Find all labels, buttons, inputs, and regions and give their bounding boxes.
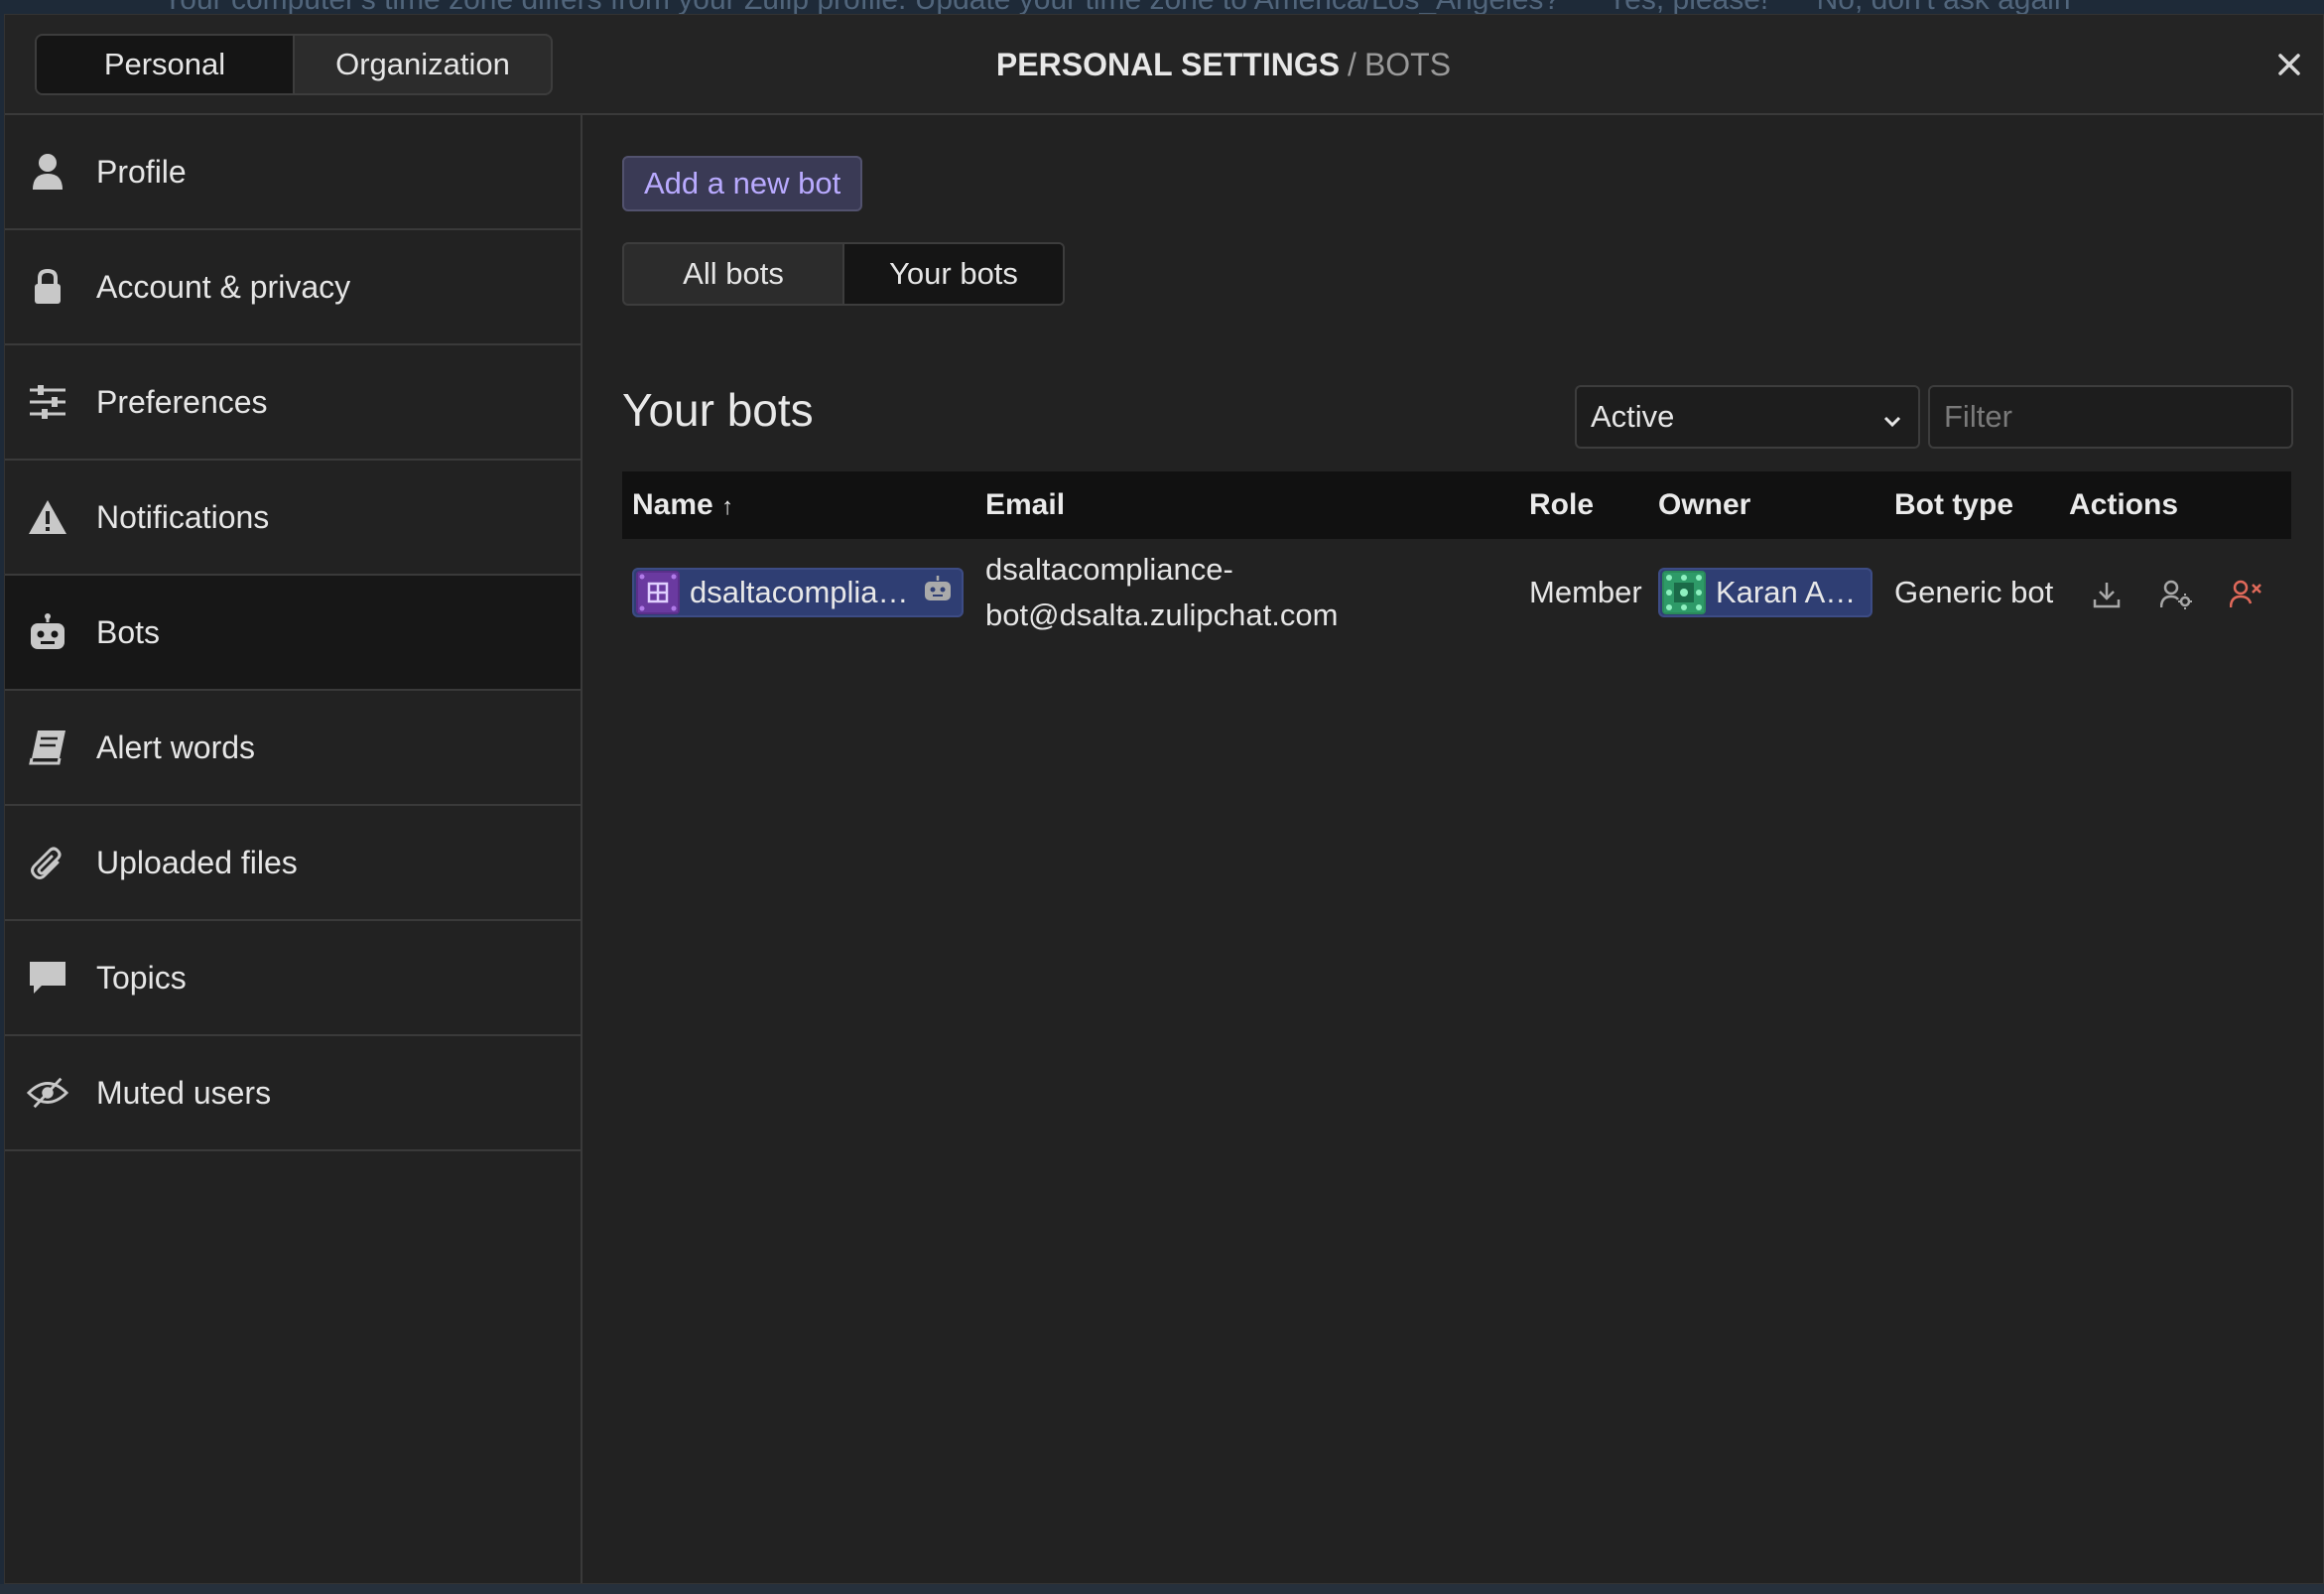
status-select[interactable]: Active bbox=[1575, 385, 1920, 449]
paperclip-icon bbox=[27, 842, 68, 883]
sort-arrow-icon: ↑ bbox=[721, 493, 734, 520]
chat-bubble-icon bbox=[27, 957, 68, 998]
header-owner[interactable]: Owner bbox=[1658, 488, 1750, 522]
header-role[interactable]: Role bbox=[1529, 488, 1594, 522]
sidebar-item-label: Uploaded files bbox=[96, 844, 298, 880]
user-icon bbox=[27, 151, 68, 193]
chevron-down-icon bbox=[1880, 405, 1904, 441]
warning-icon bbox=[27, 496, 68, 538]
sidebar-item-profile[interactable]: Profile bbox=[5, 115, 581, 230]
sidebar-item-label: Preferences bbox=[96, 383, 268, 420]
eye-slash-icon bbox=[27, 1072, 68, 1114]
sidebar-item-preferences[interactable]: Preferences bbox=[5, 345, 581, 461]
book-icon bbox=[27, 727, 68, 768]
close-icon[interactable] bbox=[2269, 45, 2309, 84]
header-name-label: Name bbox=[632, 488, 713, 521]
sliders-icon bbox=[27, 381, 68, 423]
header-email[interactable]: Email bbox=[985, 488, 1065, 522]
settings-header: Personal Organization PERSONAL SETTINGS … bbox=[5, 15, 2323, 115]
owner-avatar bbox=[1662, 571, 1706, 614]
owner-name: Karan A… bbox=[1716, 575, 1857, 609]
page-title-section: BOTS bbox=[1363, 47, 1452, 82]
section-title: Your bots bbox=[622, 384, 814, 436]
background-bottom-bar bbox=[0, 1584, 2324, 1594]
bot-badge-icon bbox=[923, 575, 953, 610]
filter-input[interactable] bbox=[1928, 385, 2293, 449]
sidebar-item-account-privacy[interactable]: Account & privacy bbox=[5, 230, 581, 345]
robot-icon bbox=[27, 611, 68, 653]
user-settings-icon[interactable] bbox=[2156, 575, 2196, 614]
owner-pill[interactable]: Karan A… bbox=[1658, 568, 1872, 617]
tab-all-bots[interactable]: All bots bbox=[624, 244, 842, 304]
sidebar-item-label: Alert words bbox=[96, 729, 256, 765]
page-title: PERSONAL SETTINGS / BOTS bbox=[5, 15, 2323, 115]
lock-icon bbox=[27, 266, 68, 308]
sidebar-item-label: Topics bbox=[96, 959, 187, 996]
header-bot-type[interactable]: Bot type bbox=[1894, 488, 2013, 522]
sidebar-item-label: Profile bbox=[96, 153, 187, 190]
sidebar-item-muted-users[interactable]: Muted users bbox=[5, 1036, 581, 1151]
bot-type: Generic bot bbox=[1894, 575, 2054, 609]
bot-email-line1: dsaltacompliance- bbox=[985, 552, 1233, 587]
settings-sidebar: Profile Account & privacy Preferences No… bbox=[5, 115, 582, 1583]
bot-email-line2: bot@dsalta.zulipchat.com bbox=[985, 598, 1339, 632]
download-icon[interactable] bbox=[2087, 575, 2127, 614]
bot-email: dsaltacompliance- bot@dsalta.zulipchat.c… bbox=[985, 547, 1338, 638]
sidebar-item-notifications[interactable]: Notifications bbox=[5, 461, 581, 576]
sidebar-item-bots[interactable]: Bots bbox=[5, 576, 581, 691]
status-select-value: Active bbox=[1591, 399, 1675, 434]
sidebar-item-topics[interactable]: Topics bbox=[5, 921, 581, 1036]
sidebar-item-alert-words[interactable]: Alert words bbox=[5, 691, 581, 806]
header-name[interactable]: Name ↑ bbox=[632, 488, 733, 522]
add-bot-button[interactable]: Add a new bot bbox=[622, 156, 863, 211]
page-title-main: PERSONAL SETTINGS bbox=[995, 47, 1341, 82]
header-actions: Actions bbox=[2069, 488, 2179, 521]
bot-name-pill[interactable]: dsaltacomplia… bbox=[632, 568, 964, 617]
table-row: dsaltacomplia… dsaltacompliance- bot@dsa… bbox=[622, 539, 2291, 648]
deactivate-user-icon[interactable] bbox=[2226, 575, 2265, 614]
bot-avatar bbox=[636, 571, 680, 614]
settings-overlay: Personal Organization PERSONAL SETTINGS … bbox=[4, 14, 2324, 1584]
sidebar-item-label: Bots bbox=[96, 613, 161, 650]
bot-tabs: All bots Your bots bbox=[622, 242, 1065, 306]
sidebar-item-uploaded-files[interactable]: Uploaded files bbox=[5, 806, 581, 921]
bots-panel: Add a new bot All bots Your bots Your bo… bbox=[582, 115, 2323, 1583]
sidebar-item-label: Muted users bbox=[96, 1074, 272, 1111]
sidebar-item-label: Account & privacy bbox=[96, 268, 351, 305]
bot-name: dsaltacomplia… bbox=[690, 575, 909, 609]
bot-role: Member bbox=[1529, 575, 1642, 609]
title-separator: / bbox=[1348, 47, 1356, 82]
sidebar-item-label: Notifications bbox=[96, 498, 270, 535]
tab-your-bots[interactable]: Your bots bbox=[842, 244, 1063, 304]
table-header: Name ↑ Email Role Owner Bot type Actions bbox=[622, 471, 2291, 539]
